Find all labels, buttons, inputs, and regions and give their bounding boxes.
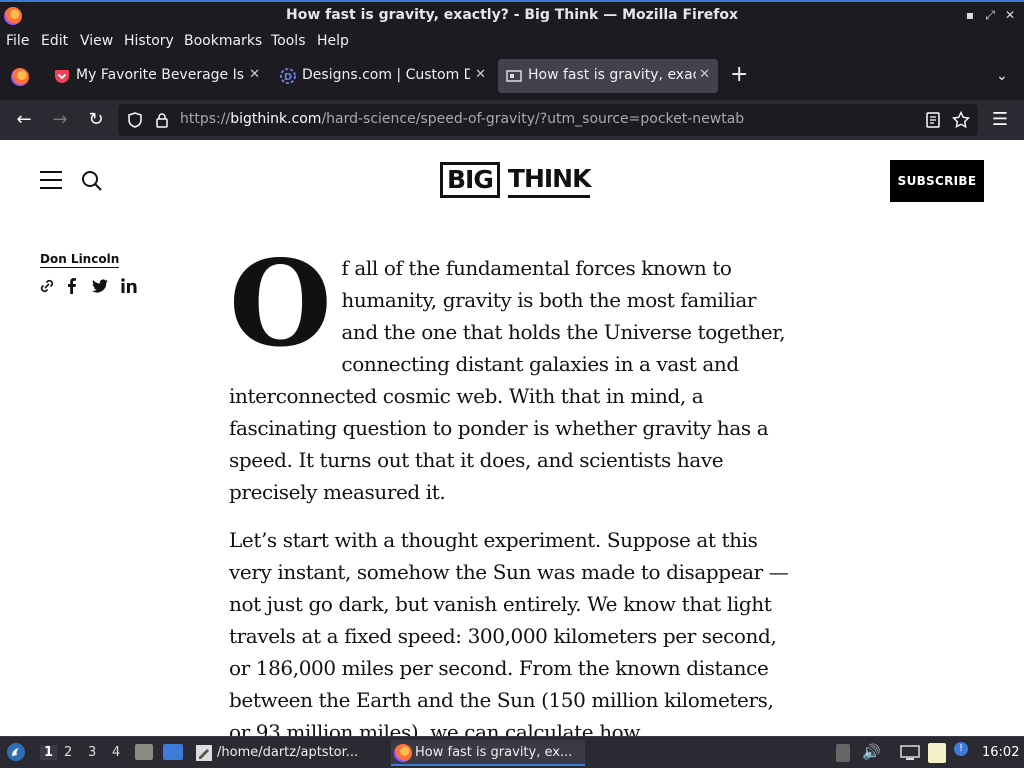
page-content: BIG THINK SUBSCRIBE Don Lincoln Of all o…	[0, 140, 1024, 736]
task-label: /home/dartz/aptstor...	[217, 745, 359, 760]
workspace-3[interactable]: 3	[88, 745, 96, 760]
menu-help[interactable]: Help	[317, 33, 349, 49]
reload-button[interactable]: ↻	[84, 108, 108, 132]
svg-text:D: D	[284, 72, 292, 83]
logo-big: BIG	[440, 162, 500, 198]
new-tab-button[interactable]: +	[730, 62, 748, 87]
menu-file[interactable]: File	[6, 33, 29, 49]
close-tab-icon[interactable]: ✕	[699, 67, 710, 82]
clipboard-icon[interactable]	[836, 744, 850, 762]
workspace-4[interactable]: 4	[112, 745, 120, 760]
menu-bookmarks[interactable]: Bookmarks	[184, 33, 262, 49]
menu-view[interactable]: View	[80, 33, 113, 49]
task-label: How fast is gravity, ex...	[415, 745, 573, 760]
author-link[interactable]: Don Lincoln	[40, 252, 120, 268]
maximize-button[interactable]: ⤢	[982, 8, 998, 23]
url-text[interactable]: https://bigthink.com/hard-science/speed-…	[180, 111, 744, 127]
navigation-bar: ← → ↻ https://bigthink.com/hard-science/…	[0, 100, 1024, 140]
close-button[interactable]: ✕	[1002, 8, 1018, 22]
list-all-tabs-icon[interactable]: ⌄	[996, 68, 1008, 84]
close-tab-icon[interactable]: ✕	[249, 67, 260, 82]
close-tab-icon[interactable]: ✕	[475, 67, 486, 82]
pocket-icon	[55, 70, 69, 83]
article-body: Of all of the fundamental forces known t…	[229, 234, 791, 737]
tracking-shield-icon[interactable]	[128, 112, 142, 128]
link-icon[interactable]	[38, 277, 56, 295]
url-domain: bigthink.com	[230, 111, 322, 127]
big-think-logo[interactable]: BIG THINK	[440, 162, 591, 198]
url-bar[interactable]: https://bigthink.com/hard-science/speed-…	[118, 104, 978, 136]
taskbar: 1 2 3 4 /home/dartz/aptstor... How fast …	[0, 736, 1024, 768]
tab-label: How fast is gravity, exactly?	[528, 67, 696, 83]
article-paragraph-2: Let’s start with a thought experiment. S…	[229, 528, 789, 736]
linkedin-icon[interactable]	[120, 277, 138, 295]
menu-edit[interactable]: Edit	[41, 33, 68, 49]
workspace-2[interactable]: 2	[64, 745, 72, 760]
subscribe-button[interactable]: SUBSCRIBE	[890, 160, 984, 202]
bigthink-icon	[506, 70, 522, 82]
designs-icon: D	[280, 68, 296, 84]
tab-designs-com[interactable]: D Designs.com | Custom Do ✕	[272, 59, 494, 93]
site-menu-icon[interactable]	[40, 171, 62, 189]
tab-how-fast-is-gravity[interactable]: How fast is gravity, exactly? ✕	[498, 59, 718, 93]
minimize-button[interactable]: ▪	[962, 8, 978, 22]
firefox-view-icon[interactable]	[11, 68, 29, 86]
window-title: How fast is gravity, exactly? - Big Thin…	[286, 7, 738, 23]
reader-view-icon[interactable]	[926, 112, 940, 128]
tab-label: Designs.com | Custom Do	[302, 67, 470, 83]
lock-icon[interactable]	[156, 112, 168, 128]
window-titlebar: How fast is gravity, exactly? - Big Thin…	[0, 0, 1024, 30]
menu-tools[interactable]: Tools	[271, 33, 306, 49]
update-notifier-icon[interactable]: !	[954, 742, 968, 756]
taskbar-item-firefox[interactable]: How fast is gravity, ex...	[391, 740, 585, 766]
start-menu-icon[interactable]	[6, 742, 26, 762]
file-manager-icon[interactable]	[135, 744, 153, 760]
firefox-icon	[394, 744, 412, 762]
search-icon[interactable]	[81, 170, 103, 192]
facebook-icon[interactable]	[63, 277, 81, 295]
tab-my-favorite-beverage[interactable]: My Favorite Beverage Is ✕	[46, 59, 268, 93]
url-prefix: https://	[180, 111, 231, 127]
logo-think: THINK	[507, 162, 591, 198]
bookmark-star-icon[interactable]	[952, 111, 970, 129]
forward-button[interactable]: →	[48, 108, 72, 132]
url-path: /hard-science/speed-of-gravity/?utm_sour…	[321, 111, 745, 127]
back-button[interactable]: ←	[12, 108, 36, 132]
drop-cap: O	[229, 234, 332, 373]
workspace-1[interactable]: 1	[40, 745, 58, 760]
tab-label: My Favorite Beverage Is	[76, 67, 245, 83]
menu-history[interactable]: History	[124, 33, 174, 49]
twitter-icon[interactable]	[91, 277, 109, 295]
notes-icon[interactable]	[928, 743, 946, 763]
text-editor-icon	[196, 745, 212, 761]
volume-icon[interactable]: 🔊	[862, 743, 881, 761]
clock: 16:02	[982, 745, 1020, 760]
article-paragraph-1: Of all of the fundamental forces known t…	[229, 234, 791, 508]
menu-bar: File Edit View History Bookmarks Tools H…	[0, 30, 1024, 54]
network-icon[interactable]	[900, 745, 920, 761]
taskbar-item-text-editor[interactable]: /home/dartz/aptstor...	[193, 740, 383, 766]
show-desktop-icon[interactable]	[163, 744, 183, 760]
tab-strip: My Favorite Beverage Is ✕ D Designs.com …	[0, 54, 1024, 100]
app-menu-icon[interactable]: ☰	[988, 108, 1012, 132]
